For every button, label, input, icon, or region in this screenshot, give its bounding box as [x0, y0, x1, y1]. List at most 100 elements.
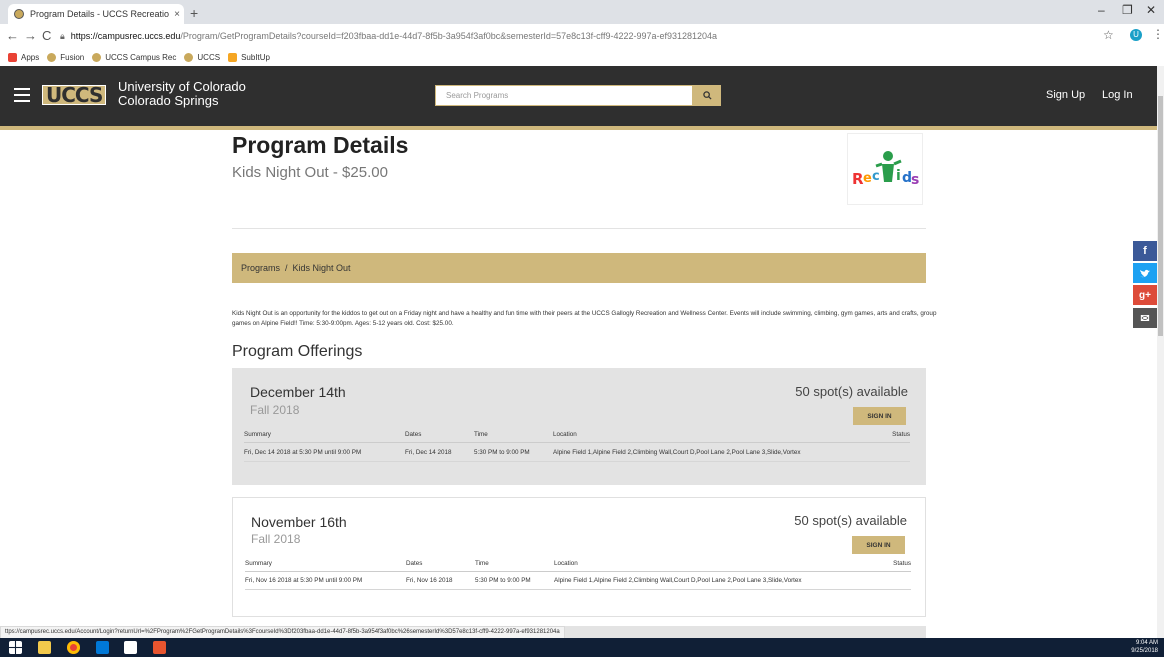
cell-dates: Fri, Dec 14 2018: [405, 449, 452, 456]
spots-available: 50 spot(s) available: [794, 513, 907, 528]
clock-time: 9:04 AM: [1135, 640, 1158, 646]
url-path: /Program/GetProgramDetails?courseId=f203…: [180, 31, 718, 41]
lock-icon: 🔒︎: [60, 30, 65, 41]
site-header: UCCS University of Colorado Colorado Spr…: [0, 66, 1164, 130]
bookmark-label: SubItUp: [241, 52, 270, 62]
table-row: Fri, Nov 16 2018 at 5:30 PM until 9:00 P…: [245, 577, 911, 590]
clock-date: 9/25/2018: [1131, 648, 1158, 654]
bookmark-label: UCCS Campus Rec: [105, 52, 177, 62]
col-time: Time: [475, 560, 489, 567]
bookmarks-bar: Apps Fusion UCCS Campus Rec UCCS SubItUp: [0, 48, 1164, 66]
twitter-icon[interactable]: [1133, 263, 1157, 283]
close-window-icon[interactable]: ✕: [1146, 3, 1156, 17]
uccs-favicon-icon: [14, 9, 24, 19]
twitter-bird-icon: [1139, 269, 1150, 277]
sign-in-button[interactable]: SIGN IN: [853, 407, 906, 425]
bookmark-label: Apps: [21, 52, 40, 62]
new-tab-button[interactable]: +: [190, 5, 198, 21]
cell-summary: Fri, Dec 14 2018 at 5:30 PM until 9:00 P…: [244, 449, 362, 456]
svg-text:c: c: [872, 169, 880, 184]
offering-semester: Fall 2018: [250, 403, 300, 417]
divider: [232, 228, 926, 229]
offering-table-header: Summary Dates Time Location Status: [244, 431, 910, 443]
offering-table-header: Summary Dates Time Location Status: [245, 560, 911, 572]
tab-title: Program Details - UCCS Recreatio: [30, 9, 170, 19]
table-row: Fri, Dec 14 2018 at 5:30 PM until 9:00 P…: [244, 449, 910, 462]
col-status: Status: [893, 560, 911, 567]
apps-icon: [8, 52, 17, 62]
bookmark-label: Fusion: [60, 52, 85, 62]
maximize-icon[interactable]: ❐: [1122, 3, 1133, 17]
address-bar[interactable]: 🔒︎ https://campusrec.uccs.edu/Program/Ge…: [60, 27, 1080, 45]
search-bar: [435, 85, 723, 106]
bookmark-label: UCCS: [197, 52, 221, 62]
bookmark-apps[interactable]: Apps: [8, 52, 40, 62]
cell-time: 5:30 PM to 9:00 PM: [475, 577, 531, 584]
offering-date: November 16th: [251, 514, 347, 530]
browser-tab[interactable]: Program Details - UCCS Recreatio ×: [8, 4, 184, 24]
svg-text:s: s: [911, 172, 919, 188]
uccs-favicon-icon: [47, 52, 57, 62]
google-plus-icon[interactable]: g+: [1133, 285, 1157, 305]
sign-up-link[interactable]: Sign Up: [1046, 89, 1085, 101]
menu-icon[interactable]: [14, 88, 30, 102]
cell-location: Alpine Field 1,Alpine Field 2,Climbing W…: [554, 577, 802, 584]
breadcrumb-programs-link[interactable]: Programs: [241, 263, 280, 273]
reload-icon[interactable]: C: [42, 28, 51, 43]
forward-icon[interactable]: →: [24, 28, 37, 43]
uccs-logo[interactable]: UCCS: [42, 85, 107, 105]
bookmark-uccs[interactable]: UCCS: [184, 52, 221, 62]
col-time: Time: [474, 431, 488, 438]
taskbar-clock[interactable]: 9:04 AM 9/25/2018: [1131, 639, 1158, 655]
university-name[interactable]: University of Colorado Colorado Springs: [118, 80, 246, 108]
breadcrumb: Programs / Kids Night Out: [232, 253, 926, 283]
sticky-notes-icon[interactable]: [124, 641, 137, 654]
email-icon[interactable]: ✉: [1133, 308, 1157, 328]
back-icon[interactable]: ←: [6, 28, 19, 43]
bookmark-star-icon[interactable]: ☆: [1103, 28, 1114, 42]
uccs-favicon-icon: [184, 52, 194, 62]
facebook-icon[interactable]: f: [1133, 241, 1157, 261]
log-in-link[interactable]: Log In: [1102, 89, 1133, 101]
col-summary: Summary: [244, 431, 271, 438]
app-icon[interactable]: [153, 641, 166, 654]
cell-time: 5:30 PM to 9:00 PM: [474, 449, 530, 456]
program-description: Kids Night Out is an opportunity for the…: [232, 310, 937, 327]
url-host: https://campusrec.uccs.edu: [70, 31, 181, 41]
minimize-icon[interactable]: –: [1098, 3, 1105, 17]
page-subtitle: Kids Night Out - $25.00: [232, 164, 388, 181]
windows-start-icon[interactable]: [9, 641, 22, 654]
reckids-logo-image: R e c i d s: [852, 151, 919, 188]
search-input[interactable]: [435, 85, 693, 106]
tab-close-icon[interactable]: ×: [170, 9, 184, 20]
sign-in-button[interactable]: SIGN IN: [852, 536, 905, 554]
university-line1: University of Colorado: [118, 79, 246, 94]
breadcrumb-current: Kids Night Out: [292, 263, 351, 273]
profile-avatar[interactable]: U: [1130, 29, 1142, 41]
browser-toolbar: ← → C 🔒︎ https://campusrec.uccs.edu/Prog…: [0, 24, 1164, 49]
offering-card: December 14th Fall 2018 50 spot(s) avail…: [232, 368, 926, 485]
bookmark-uccs-campus-rec[interactable]: UCCS Campus Rec: [92, 52, 177, 62]
browser-tabstrip: Program Details - UCCS Recreatio × + – ❐…: [0, 0, 1164, 24]
col-dates: Dates: [405, 431, 422, 438]
col-summary: Summary: [245, 560, 272, 567]
outlook-icon[interactable]: [96, 641, 109, 654]
cell-summary: Fri, Nov 16 2018 at 5:30 PM until 9:00 P…: [245, 577, 363, 584]
file-explorer-icon[interactable]: [38, 641, 51, 654]
col-location: Location: [554, 560, 578, 567]
svg-text:i: i: [896, 168, 901, 184]
bookmark-subitup[interactable]: SubItUp: [228, 52, 270, 62]
subitup-icon: [228, 52, 238, 62]
scrollbar-thumb[interactable]: [1158, 96, 1163, 336]
spots-available: 50 spot(s) available: [795, 384, 908, 399]
offerings-heading: Program Offerings: [232, 343, 363, 360]
col-status: Status: [892, 431, 910, 438]
page-title: Program Details: [232, 132, 409, 158]
bookmark-fusion[interactable]: Fusion: [47, 52, 85, 62]
search-button[interactable]: [693, 85, 721, 106]
cell-location: Alpine Field 1,Alpine Field 2,Climbing W…: [553, 449, 801, 456]
breadcrumb-separator: /: [285, 263, 288, 273]
col-dates: Dates: [406, 560, 423, 567]
chrome-icon[interactable]: [67, 641, 80, 654]
browser-menu-icon[interactable]: ⋮: [1152, 27, 1164, 41]
